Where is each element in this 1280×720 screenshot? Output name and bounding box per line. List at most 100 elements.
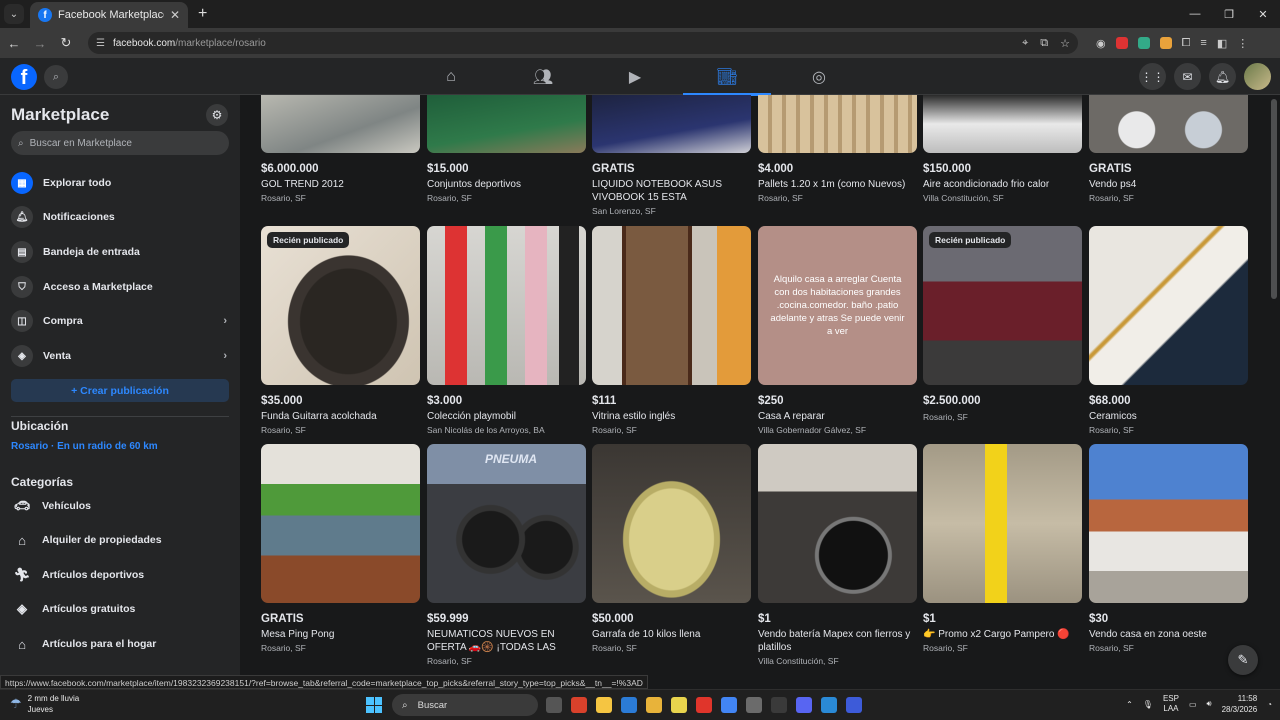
listing-card[interactable]: $1 👉 Promo x2 Cargo Pampero 🔴 Rosario, S… — [923, 444, 1082, 653]
nav-groups-icon[interactable]: ◎ — [773, 58, 865, 95]
extension-icon[interactable]: ◉ — [1096, 37, 1106, 50]
clock[interactable]: 11:58 28/3/2026 — [1222, 693, 1258, 715]
extension-icon[interactable] — [1137, 37, 1150, 49]
address-bar[interactable]: ☰ facebook.com/marketplace/rosario ⌖ ⧉ ☆ — [88, 32, 1078, 54]
listing-card[interactable]: $4.000 Pallets 1.20 x 1m (como Nuevos) R… — [758, 95, 917, 203]
listing-card[interactable]: Recién publicado $2.500.000 Rosario, SF — [923, 226, 1082, 422]
nav-marketplace-icon[interactable]: 🏬︎ — [681, 58, 773, 96]
app-icon[interactable] — [821, 697, 837, 713]
new-tab-button[interactable]: + — [198, 5, 207, 23]
listing-card[interactable]: $68.000 Ceramicos Rosario, SF — [1089, 226, 1248, 435]
site-info-icon[interactable]: ☰ — [96, 38, 105, 49]
listing-card[interactable]: $1 Vendo batería Mapex con fierros y pla… — [758, 444, 917, 666]
back-button[interactable]: ← — [2, 36, 26, 51]
sidebar-item-compra[interactable]: ◫ Compra › — [11, 306, 229, 336]
location-icon[interactable]: ⌖ — [1022, 37, 1028, 50]
restore-button[interactable]: ❐ — [1212, 0, 1246, 28]
discord-icon[interactable] — [796, 697, 812, 713]
facebook-logo-icon[interactable]: f — [11, 64, 37, 90]
page-scrollbar[interactable] — [1271, 99, 1277, 299]
listing-card[interactable]: $6.000.000 GOL TREND 2012 Rosario, SF — [261, 95, 420, 203]
volume-icon[interactable]: 🔊︎ — [1207, 699, 1212, 709]
app-icon[interactable] — [846, 697, 862, 713]
microphone-icon[interactable]: 🎙︎ — [1143, 700, 1153, 709]
sidebar-item-bandeja[interactable]: ▤ Bandeja de entrada — [11, 237, 229, 267]
listing-image — [592, 95, 751, 153]
category-alquiler[interactable]: ⌂ Alquiler de propiedades — [11, 525, 229, 555]
nav-home-icon[interactable]: ⌂ — [405, 58, 497, 95]
close-window-button[interactable]: ✕ — [1246, 0, 1280, 28]
listing-image — [427, 95, 586, 153]
minimize-button[interactable]: — — [1178, 0, 1212, 28]
listing-card[interactable]: $3.000 Colección playmobil San Nicolás d… — [427, 226, 586, 435]
create-listing-button[interactable]: + Crear publicación — [11, 379, 229, 402]
listing-card[interactable]: PNEUMA $59.999 NEUMATICOS NUEVOS EN OFER… — [427, 444, 586, 666]
tab-search-button[interactable]: ⌄ — [4, 4, 24, 24]
extension-icon[interactable] — [1159, 37, 1172, 49]
notifications-bell-icon[interactable]: 🔔︎ — [1209, 63, 1236, 90]
listing-card[interactable]: $15.000 Conjuntos deportivos Rosario, SF — [427, 95, 586, 203]
forward-button[interactable]: → — [28, 36, 52, 51]
location-link[interactable]: Rosario · En un radio de 60 km — [11, 441, 158, 452]
category-hogar[interactable]: ⌂ Artículos para el hogar — [11, 629, 229, 659]
app-icon[interactable] — [771, 697, 787, 713]
store-icon[interactable] — [596, 697, 612, 713]
listing-card[interactable]: $50.000 Garrafa de 10 kilos llena Rosari… — [592, 444, 751, 653]
extension-icon[interactable] — [1115, 37, 1128, 49]
search-icon[interactable]: ⌕ — [44, 65, 68, 89]
listing-price: GRATIS — [1089, 163, 1132, 175]
puzzle-extensions-icon[interactable]: ⧠ — [1182, 37, 1191, 50]
windows-start-icon[interactable] — [366, 697, 382, 713]
category-gratuitos[interactable]: ◈ Artículos gratuitos — [11, 594, 229, 624]
menu-grid-icon[interactable]: ⋮⋮ — [1139, 63, 1166, 90]
nav-friends-icon[interactable]: 👥︎ — [497, 58, 589, 95]
category-deportivos[interactable]: 🏃︎ Artículos deportivos — [11, 560, 229, 590]
listing-card[interactable]: $150.000 Aire acondicionado frio calor V… — [923, 95, 1082, 203]
listing-card[interactable]: Recién publicado $35.000 Funda Guitarra … — [261, 226, 420, 435]
sidebar-item-acceso[interactable]: ⛉ Acceso a Marketplace — [11, 272, 229, 302]
network-icon[interactable]: ▭ — [1189, 700, 1197, 709]
listing-title: Vendo casa en zona oeste — [1089, 629, 1207, 640]
profile-icon[interactable]: ◧ — [1217, 37, 1227, 50]
settings-gear-icon[interactable]: ⚙ — [206, 104, 228, 126]
compose-edit-icon[interactable]: ✎ — [1228, 645, 1258, 675]
chrome-icon[interactable] — [721, 697, 737, 713]
outlook-icon[interactable] — [621, 697, 637, 713]
menu-kebab-icon[interactable]: ⋮ — [1237, 37, 1248, 50]
app-icon[interactable] — [696, 697, 712, 713]
taskbar-search[interactable]: ⌕ Buscar — [392, 694, 538, 716]
nav-video-icon[interactable]: ▶ — [589, 58, 681, 95]
browser-tab-active[interactable]: f Facebook Marketplace | Facebook ✕ — [30, 2, 188, 28]
reading-list-icon[interactable]: ≡ — [1200, 37, 1206, 49]
sidebar-item-venta[interactable]: ◈ Venta › — [11, 341, 229, 371]
avatar[interactable] — [1244, 63, 1271, 90]
close-tab-icon[interactable]: ✕ — [170, 8, 180, 22]
sidebar-item-notificaciones[interactable]: 🔔︎ Notificaciones — [11, 202, 229, 232]
app-icon[interactable] — [746, 697, 762, 713]
marketplace-search-input[interactable]: ⌕ Buscar en Marketplace — [11, 131, 229, 155]
chevron-right-icon: › — [223, 315, 227, 327]
listing-card[interactable]: $111 Vitrina estilo inglés Rosario, SF — [592, 226, 751, 435]
listing-card[interactable]: GRATIS Mesa Ping Pong Rosario, SF — [261, 444, 420, 653]
listing-card[interactable]: GRATIS LIQUIDO NOTEBOOK ASUS VIVOBOOK 15… — [592, 95, 751, 216]
app-icon[interactable] — [671, 697, 687, 713]
category-vehiculos[interactable]: 🚗︎ Vehículos — [11, 491, 229, 521]
listing-card[interactable]: GRATIS Vendo ps4 Rosario, SF — [1089, 95, 1248, 203]
chevron-right-icon: › — [223, 350, 227, 362]
messenger-icon[interactable]: ✉ — [1174, 63, 1201, 90]
bookmark-star-icon[interactable]: ☆ — [1060, 37, 1070, 50]
app-icon[interactable] — [571, 697, 587, 713]
reload-button[interactable]: ↻ — [54, 35, 78, 51]
install-app-icon[interactable]: ⧉ — [1040, 37, 1048, 50]
file-explorer-icon[interactable] — [646, 697, 662, 713]
sidebar-item-label: Explorar todo — [43, 177, 112, 189]
listing-card[interactable]: $30 Vendo casa en zona oeste Rosario, SF — [1089, 444, 1248, 653]
notifications-icon[interactable]: ◔ — [1267, 700, 1272, 709]
listing-price: $1 — [758, 613, 771, 625]
show-hidden-icons-icon[interactable]: ⌃ — [1126, 700, 1133, 709]
weather-widget[interactable]: ☂ 2 mm de lluvia Jueves — [10, 693, 79, 715]
listing-card[interactable]: Alquilo casa a arreglar Cuenta con dos h… — [758, 226, 917, 435]
language-indicator[interactable]: ESP LAA — [1163, 694, 1179, 714]
sidebar-item-explorar[interactable]: ▦ Explorar todo — [11, 168, 229, 198]
task-view-icon[interactable] — [546, 697, 562, 713]
